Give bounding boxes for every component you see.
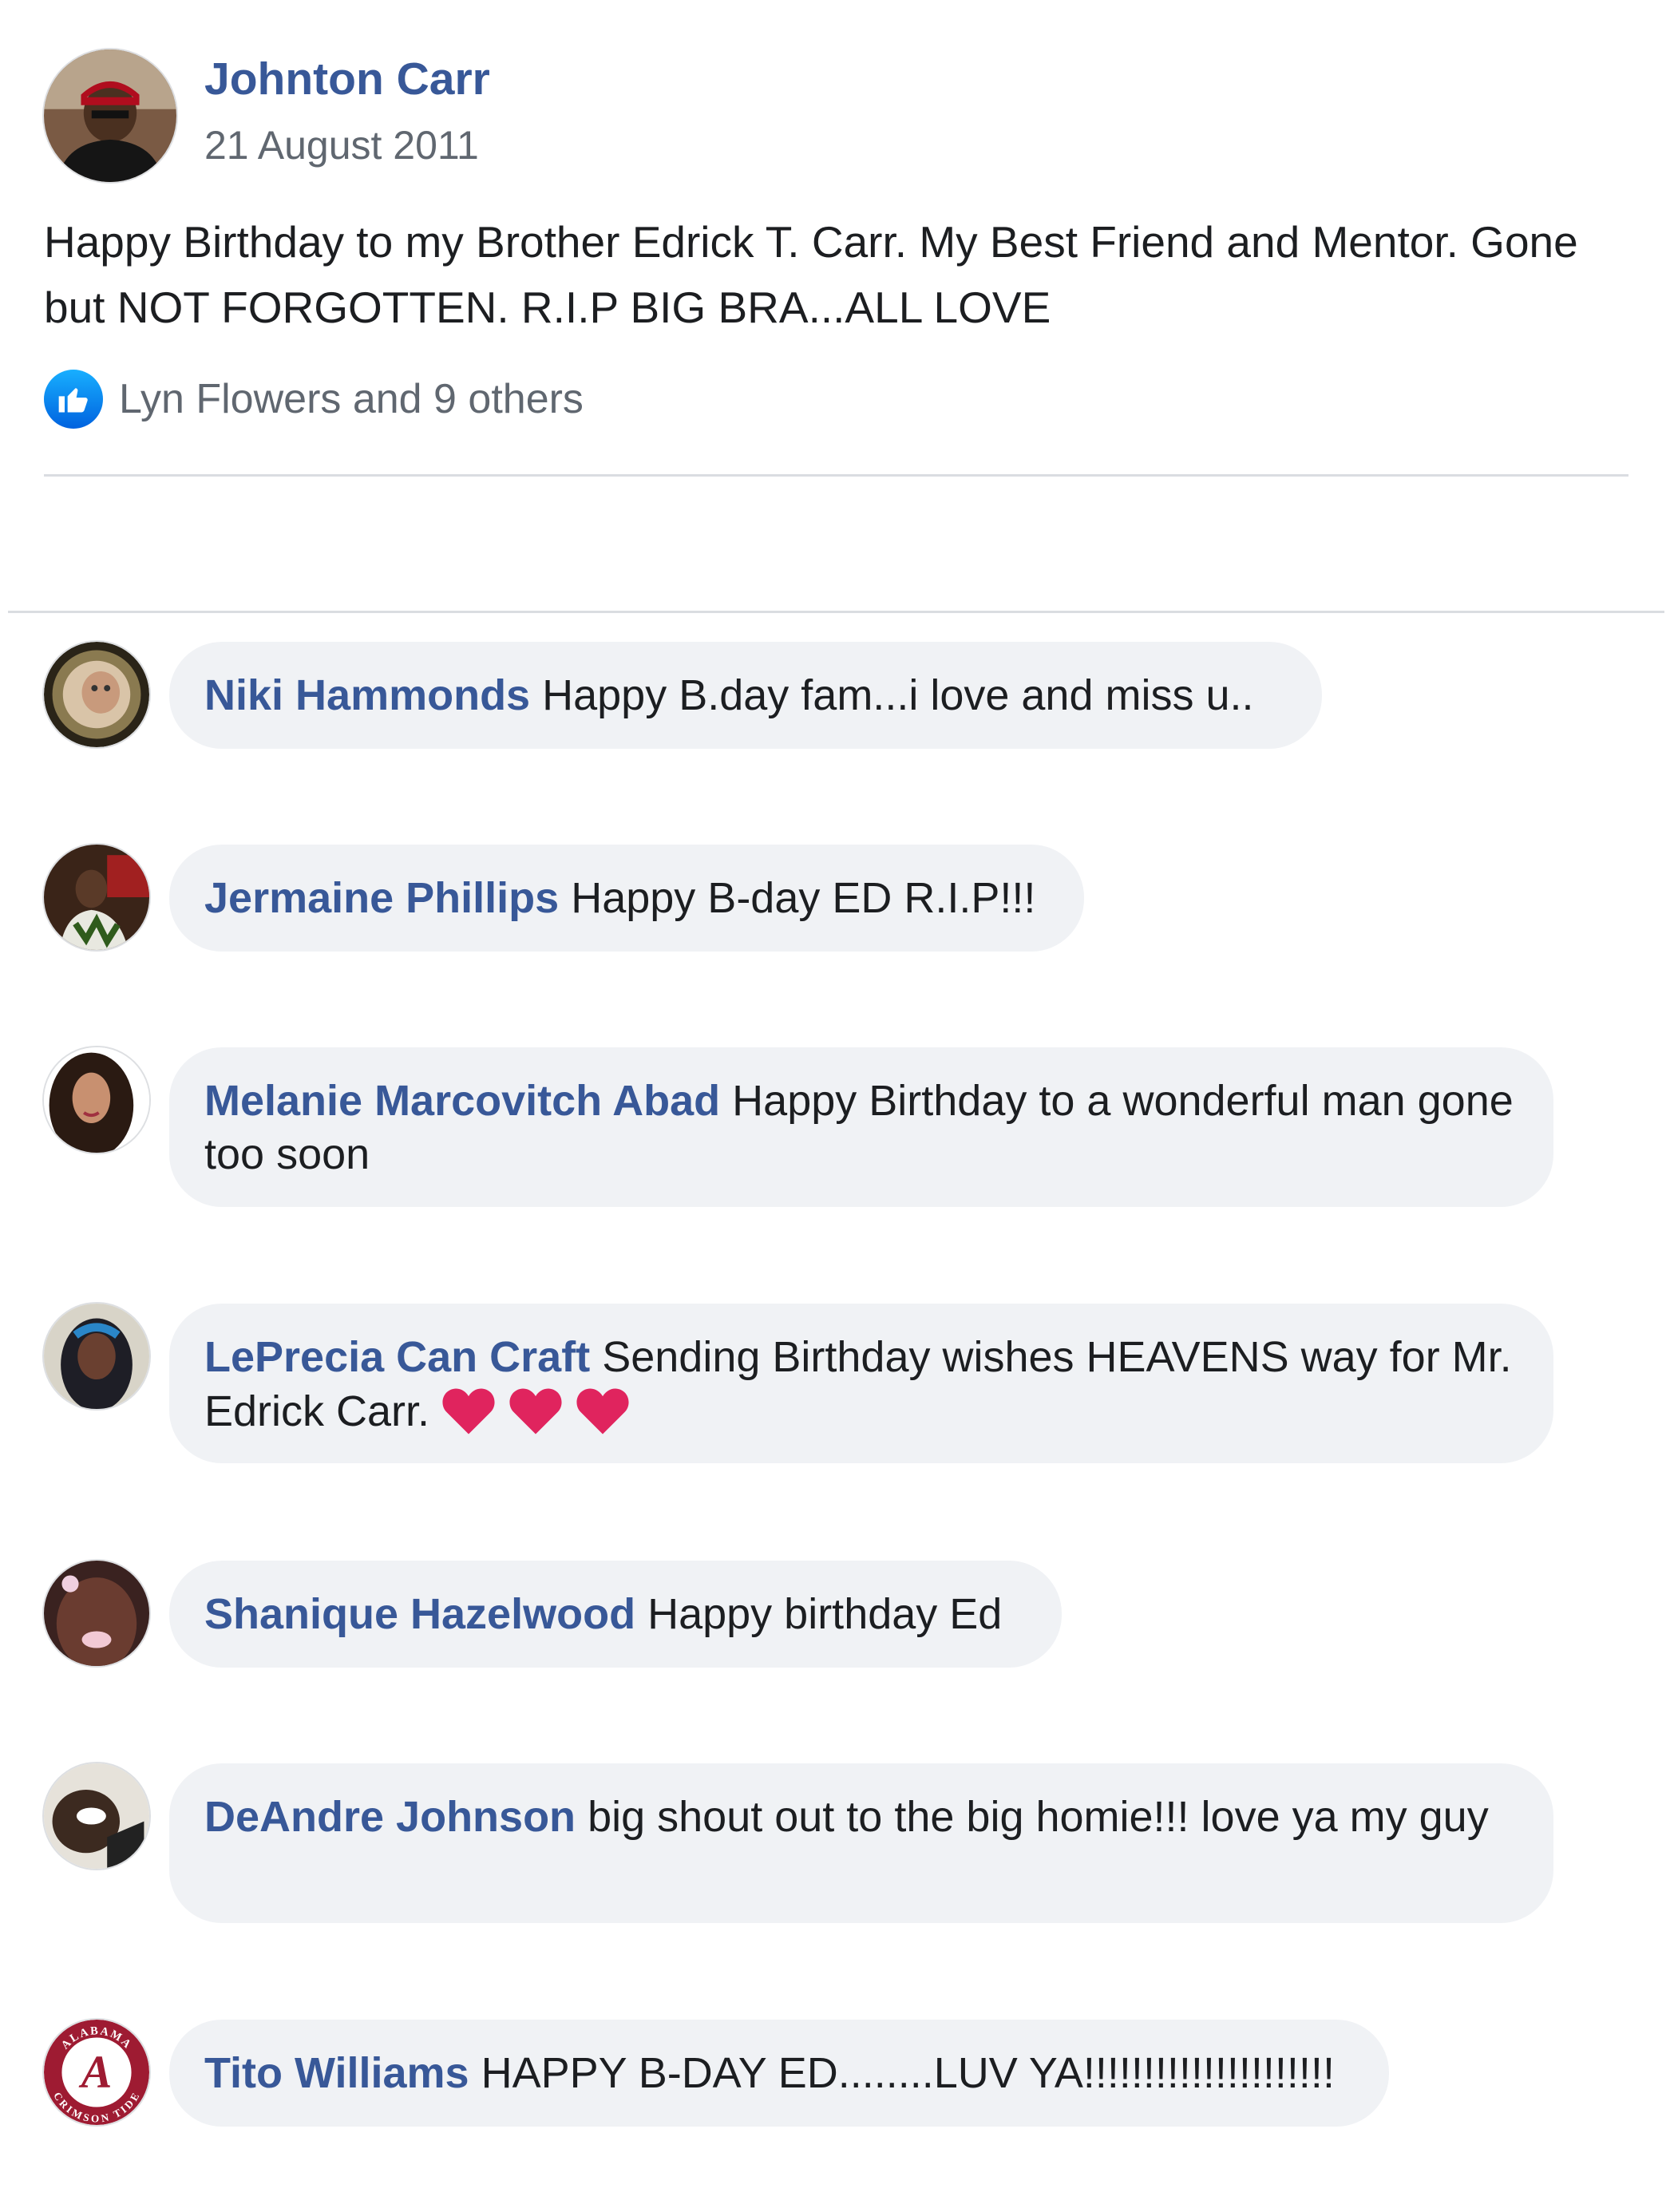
post-body-text: Happy Birthday to my Brother Edrick T. C… <box>44 217 1578 332</box>
heart-icon <box>441 1384 497 1435</box>
comment-bubble: Tito Williams HAPPY B-DAY ED........LUV … <box>169 2020 1389 2127</box>
alabama-logo-avatar[interactable]: ALABAMA CRIMSON TIDE A <box>44 2020 149 2125</box>
reactions-text[interactable]: Lyn Flowers and 9 others <box>119 375 584 423</box>
comment-bubble: LePrecia Can Craft Sending Birthday wish… <box>169 1304 1553 1463</box>
commenter-name[interactable]: Tito Williams <box>204 2049 469 2097</box>
commenter-avatar[interactable] <box>44 1047 149 1153</box>
commenter-avatar[interactable] <box>44 845 149 950</box>
comment-text: Happy birthday Ed <box>647 1590 1003 1638</box>
comment-bubble: Melanie Marcovitch Abad Happy Birthday t… <box>169 1047 1553 1207</box>
commenter-name[interactable]: Jermaine Phillips <box>204 874 559 922</box>
post-timestamp[interactable]: 21 August 2011 <box>204 122 479 168</box>
comment-text: Happy B.day fam...i love and miss u.. <box>542 671 1254 719</box>
post-divider <box>44 474 1628 477</box>
commenter-avatar[interactable] <box>44 1561 149 1666</box>
commenter-avatar[interactable] <box>44 1304 149 1409</box>
like-icon <box>44 370 103 429</box>
comment-text: HAPPY B-DAY ED........LUV YA!!!!!!!!!!!!… <box>481 2049 1335 2097</box>
commenter-name[interactable]: Melanie Marcovitch Abad <box>204 1077 720 1125</box>
comment-bubble: DeAndre Johnson big shout out to the big… <box>169 1763 1553 1923</box>
post-author-name[interactable]: Johnton Carr <box>204 53 490 105</box>
comment-bubble: Niki Hammonds Happy B.day fam...i love a… <box>169 642 1322 749</box>
commenter-name[interactable]: LePrecia Can Craft <box>204 1333 590 1381</box>
commenter-name[interactable]: Shanique Hazelwood <box>204 1590 635 1638</box>
heart-icon <box>575 1384 631 1435</box>
comments-divider <box>8 611 1664 613</box>
reactions-summary[interactable]: Lyn Flowers and 9 others <box>44 367 584 431</box>
heart-icon <box>508 1384 564 1435</box>
comment-bubble: Shanique Hazelwood Happy birthday Ed <box>169 1561 1062 1668</box>
commenter-name[interactable]: DeAndre Johnson <box>204 1793 576 1841</box>
author-avatar[interactable] <box>44 49 176 182</box>
commenter-avatar[interactable] <box>44 642 149 747</box>
comment-text: big shout out to the big homie!!! love y… <box>588 1793 1489 1841</box>
comment-text: Happy B-day ED R.I.P!!! <box>571 874 1036 922</box>
comment-bubble: Jermaine Phillips Happy B-day ED R.I.P!!… <box>169 845 1084 952</box>
logo-letter: A <box>79 2045 113 2097</box>
commenter-name[interactable]: Niki Hammonds <box>204 671 530 719</box>
commenter-avatar[interactable] <box>44 1763 149 1869</box>
